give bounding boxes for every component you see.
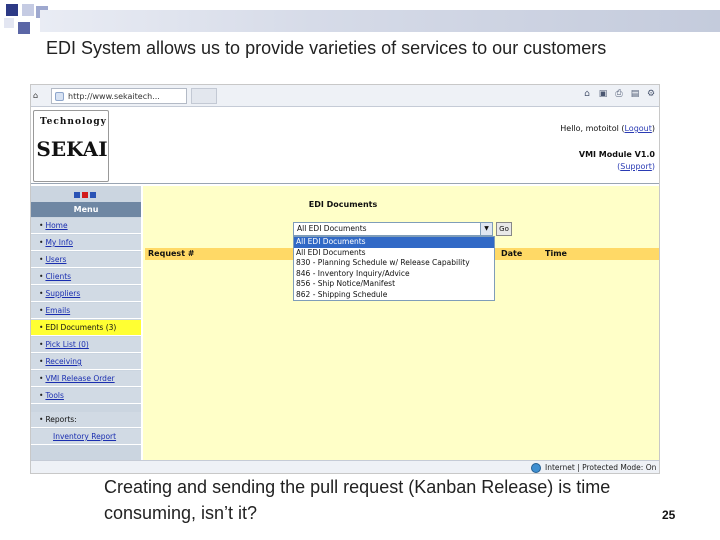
company-logo: Technology SEKAI	[33, 110, 109, 182]
sidebar-item-users[interactable]: • Users	[31, 252, 141, 268]
header-divider	[31, 183, 659, 184]
sidebar-item-reports: • Reports:	[31, 412, 141, 428]
sidebar-item-clients[interactable]: • Clients	[31, 269, 141, 285]
globe-icon	[531, 463, 541, 473]
new-tab-button[interactable]	[191, 88, 217, 104]
column-date[interactable]: Date	[501, 248, 522, 260]
logo-tagline: Technology	[40, 117, 107, 127]
sidebar-item-inventory-report[interactable]: Inventory Report	[31, 429, 141, 445]
slide-number: 25	[662, 508, 676, 522]
support-close: )	[651, 162, 655, 171]
document-type-select[interactable]: All EDI Documents ▼	[293, 222, 493, 236]
column-request[interactable]: Request #	[148, 248, 195, 260]
module-version: VMI Module V1.0	[578, 150, 655, 159]
tools-icon[interactable]: ⚙	[645, 89, 657, 99]
dropdown-option[interactable]: 862 - Shipping Schedule	[294, 290, 494, 301]
greeting-close: )	[651, 124, 655, 133]
sidebar-item-vmi-release-order[interactable]: • VMI Release Order	[31, 371, 141, 387]
slide-heading: EDI System allows us to provide varietie…	[46, 38, 607, 58]
browser-statusbar: Internet | Protected Mode: On	[31, 460, 659, 473]
column-time[interactable]: Time	[545, 248, 567, 260]
sidebar-item-tools[interactable]: • Tools	[31, 388, 141, 404]
sidebar-item-edi-documents[interactable]: • EDI Documents (3)	[31, 320, 141, 336]
tab-url-label: http://www.sekaitech...	[68, 92, 160, 101]
menu-title: Menu	[31, 202, 141, 217]
slide-caption: Creating and sending the pull request (K…	[104, 477, 611, 523]
sidebar-item-pick-list[interactable]: • Pick List (0)	[31, 337, 141, 353]
favicon-icon	[55, 92, 64, 101]
select-value: All EDI Documents	[297, 224, 367, 233]
sidebar-item-emails[interactable]: • Emails	[31, 303, 141, 319]
dropdown-option[interactable]: All EDI Documents	[294, 248, 494, 259]
sidebar-item-home[interactable]: • Home	[31, 218, 141, 234]
dropdown-option[interactable]: 846 - Inventory Inquiry/Advice	[294, 269, 494, 280]
greeting: Hello, motoitol (Logout)	[560, 124, 655, 133]
page-icon[interactable]: ▤	[629, 89, 641, 99]
sidebar-item-suppliers[interactable]: • Suppliers	[31, 286, 141, 302]
sidebar-item-my-info[interactable]: • My Info	[31, 235, 141, 251]
command-bar: ⌂ ▣ ⎙ ▤ ⚙	[581, 89, 657, 99]
home-icon[interactable]: ⌂	[581, 89, 593, 99]
status-text: Internet | Protected Mode: On	[545, 463, 657, 472]
document-type-dropdown: All EDI Documents All EDI Documents 830 …	[293, 236, 495, 301]
browser-screenshot: ⌂ http://www.sekaitech... ⌂ ▣ ⎙ ▤ ⚙ Tech…	[30, 84, 660, 474]
menu-squares-icon	[74, 192, 96, 198]
dropdown-option[interactable]: All EDI Documents	[294, 237, 494, 248]
go-button[interactable]: Go	[496, 222, 512, 236]
browser-toolbar: ⌂ http://www.sekaitech... ⌂ ▣ ⎙ ▤ ⚙	[31, 85, 659, 107]
tab-list-button[interactable]: ⌂	[33, 88, 47, 104]
logo-name: SEKAI	[36, 137, 108, 161]
browser-tab[interactable]: http://www.sekaitech...	[51, 88, 187, 104]
dropdown-option[interactable]: 856 - Ship Notice/Manifest	[294, 279, 494, 290]
chevron-down-icon[interactable]: ▼	[480, 223, 492, 235]
support-line: (Support)	[617, 162, 655, 171]
web-page: Technology SEKAI Hello, motoitol (Logout…	[31, 108, 659, 460]
sidebar: Menu • Home • My Info • Users • Clients • Sup…	[31, 186, 141, 460]
print-icon[interactable]: ⎙	[613, 89, 625, 99]
main-panel: EDI Documents All EDI Documents ▼ Go Req…	[143, 186, 659, 460]
page-title: EDI Documents	[308, 200, 378, 209]
dropdown-option[interactable]: 830 - Planning Schedule w/ Release Capab…	[294, 258, 494, 269]
greeting-text: Hello, motoitol (	[560, 124, 625, 133]
support-link[interactable]: Support	[620, 162, 652, 171]
feeds-icon[interactable]: ▣	[597, 89, 609, 99]
sidebar-item-receiving[interactable]: • Receiving	[31, 354, 141, 370]
logout-link[interactable]: Logout	[624, 124, 651, 133]
